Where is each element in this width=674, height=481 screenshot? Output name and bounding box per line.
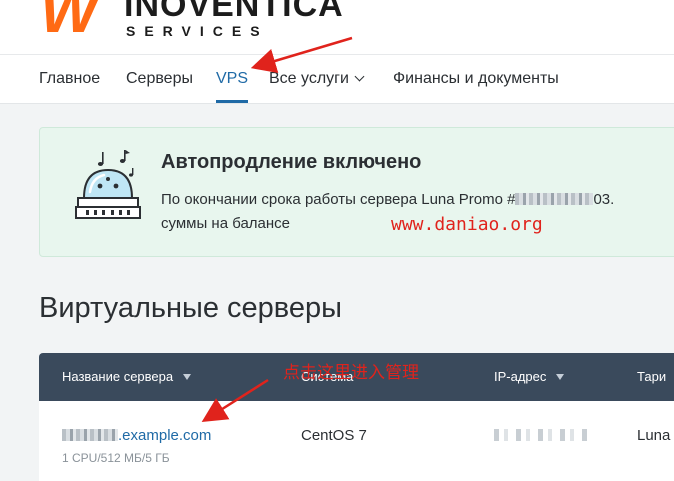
alert-title: Автопродление включено — [161, 151, 422, 173]
column-header-ip[interactable]: IP-адрес — [494, 368, 565, 386]
server-name-suffix: .example.com — [118, 427, 212, 444]
nav-item-all-services-label: Все услуги — [269, 70, 349, 87]
logo-subtitle: SERVICES — [126, 23, 269, 39]
nav-item-finance-docs[interactable]: Финансы и документы — [393, 68, 559, 90]
alert-text-prefix: По окончании срока работы сервера Luna P… — [161, 191, 516, 208]
table-row[interactable]: .example.com 1 CPU/512 МБ/5 ГБ CentOS 7 … — [39, 401, 674, 481]
header-divider — [0, 54, 674, 55]
column-header-tariff[interactable]: Тари — [637, 368, 666, 386]
page-title: Виртуальные серверы — [39, 292, 342, 324]
annotation-text: 点击这里进入管理 — [283, 363, 419, 383]
server-system: CentOS 7 — [301, 427, 367, 444]
column-header-ip-label: IP-адрес — [494, 369, 547, 384]
logo[interactable]: W INOVENTICA SERVICES — [40, 0, 350, 40]
redacted-hostname — [62, 429, 118, 441]
column-header-name[interactable]: Название сервера — [62, 368, 192, 386]
alert-text-tail: 03. — [593, 191, 615, 208]
robot-music-illustration-icon — [75, 150, 141, 219]
nav-item-home[interactable]: Главное — [39, 68, 100, 90]
logo-name: INOVENTICA — [124, 0, 344, 24]
column-header-name-label: Название сервера — [62, 369, 174, 384]
chevron-down-icon — [354, 71, 365, 82]
autorenew-alert: Автопродление включено По окончании срок… — [39, 127, 674, 257]
sort-icon — [183, 374, 192, 380]
nav-item-all-services[interactable]: Все услуги — [269, 68, 365, 90]
redacted-id — [515, 193, 594, 205]
header: W INOVENTICA SERVICES Главное Серверы VP… — [0, 0, 674, 104]
alert-text-line2: суммы на балансе — [161, 215, 291, 232]
sort-icon — [556, 374, 565, 380]
server-tariff: Luna — [637, 427, 671, 444]
server-name-link[interactable]: .example.com — [62, 427, 211, 444]
server-spec: 1 CPU/512 МБ/5 ГБ — [62, 451, 170, 465]
main-nav: Главное Серверы VPS Все услуги Финансы и… — [0, 56, 674, 103]
nav-item-vps[interactable]: VPS — [216, 68, 249, 103]
watermark: www.daniao.org — [391, 214, 543, 235]
server-ip — [494, 427, 590, 444]
nav-item-servers[interactable]: Серверы — [126, 68, 193, 90]
table-body: .example.com 1 CPU/512 МБ/5 ГБ CentOS 7 … — [39, 401, 674, 481]
column-header-tariff-label: Тари — [637, 369, 667, 384]
redacted-ip — [494, 429, 590, 441]
logo-mark: W — [40, 0, 99, 40]
